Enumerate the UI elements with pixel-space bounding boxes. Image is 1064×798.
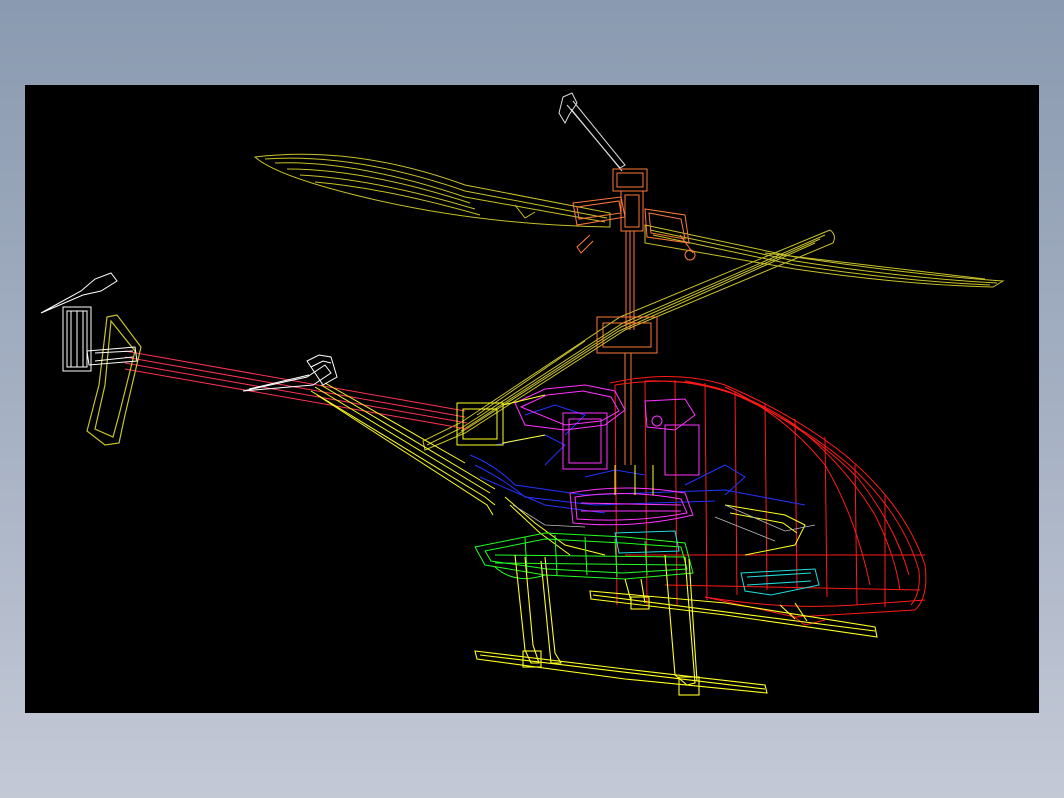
horizontal-stabilizer [242,354,338,392]
tail-boom [124,350,468,430]
cad-viewport[interactable] [25,85,1039,713]
subframe-detail [512,504,816,542]
chassis [469,404,806,514]
electronics-board [474,532,694,580]
main-shaft [596,231,658,465]
battery [614,530,820,596]
helicopter-wireframe-drawing [40,92,1005,696]
flybar-paddle [558,92,626,172]
canopy [609,375,927,626]
tail-fin [86,314,142,446]
